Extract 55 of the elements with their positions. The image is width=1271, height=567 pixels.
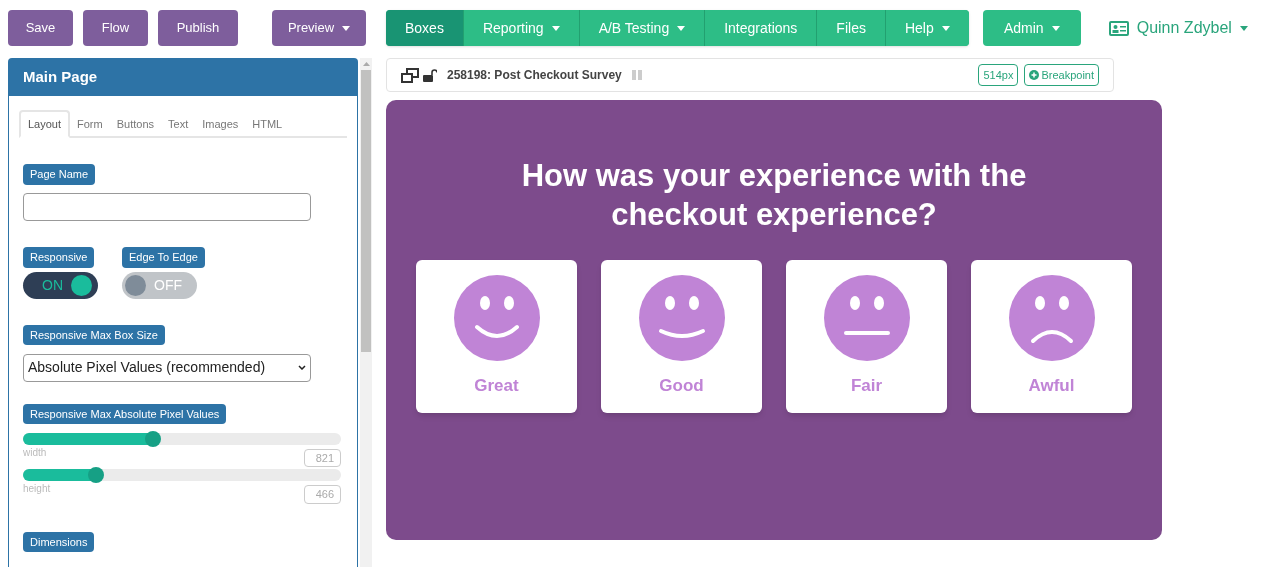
admin-button[interactable]: Admin [982,10,1081,46]
face-icon [638,275,725,361]
field-label: Responsive Max Box Size [23,324,165,345]
toolbar-button[interactable]: Publish [158,10,238,46]
rating-card[interactable]: Good [601,260,762,413]
slider-value[interactable]: 466 [304,485,341,504]
panel-tab[interactable]: Images [195,110,246,138]
toggle-switch[interactable]: ON [23,271,98,299]
survey-question: How was your experience with the checkout experience? [520,157,1028,234]
user-menu[interactable]: Quinn Zdybel [1108,16,1248,40]
scroll-up-icon [362,62,370,66]
nav-tab[interactable]: Reporting [462,10,579,46]
nav-tab[interactable]: A/B Testing [578,10,705,46]
windows-icon[interactable] [401,67,419,83]
field-label: Responsive [23,247,95,268]
nav-tab[interactable]: Boxes [386,10,463,46]
field-label: Page Name [23,164,96,185]
caret-icon [1239,25,1248,31]
slider-handle[interactable] [145,430,162,447]
panel-tab[interactable]: Buttons [109,110,161,138]
chevron-icon [298,365,306,370]
field-label: Responsive Max Absolute Pixel Values [23,403,227,424]
nav-tab[interactable]: Help [884,10,969,46]
slider-caption: height [23,482,51,496]
box-title: 258198: Post Checkout Survey [447,67,622,84]
slider-value[interactable]: 821 [304,448,341,467]
scrollbar[interactable] [360,58,372,567]
panel-tab[interactable]: Layout [19,110,71,138]
field-label: Edge To Edge [122,247,205,268]
toolbar-button[interactable]: Preview [272,10,366,46]
face-icon [1008,275,1095,361]
panel-tab[interactable]: HTML [245,110,290,138]
panel-tab[interactable]: Form [70,110,110,138]
rating-card[interactable]: Great [416,260,577,413]
rating-card[interactable]: Fair [786,260,947,413]
unlocked-icon[interactable] [423,68,437,82]
width-badge: 514px [978,63,1019,87]
plus-circle-icon [1029,70,1040,80]
rating-card[interactable]: Awful [971,260,1132,413]
slider-handle[interactable] [88,467,105,483]
nav-tab[interactable]: Files [816,10,885,46]
panel-title: Main Page [9,59,357,96]
toolbar-button[interactable]: Save [8,10,73,46]
nav-tab[interactable]: Integrations [704,10,817,46]
breakpoint-button[interactable]: Breakpoint [1024,63,1099,87]
toggle-switch[interactable]: OFF [122,271,197,299]
contact-card-icon [1108,20,1129,36]
face-icon [823,275,910,361]
size-select[interactable]: Absolute Pixel Values (recommended) [23,353,311,382]
toolbar-button[interactable]: Flow [83,10,148,46]
face-icon [453,275,540,361]
slider-caption: width [23,445,47,460]
page-name-field[interactable] [23,193,311,221]
panel-tab[interactable]: Text [161,110,196,138]
field-label: Dimensions [23,531,95,552]
